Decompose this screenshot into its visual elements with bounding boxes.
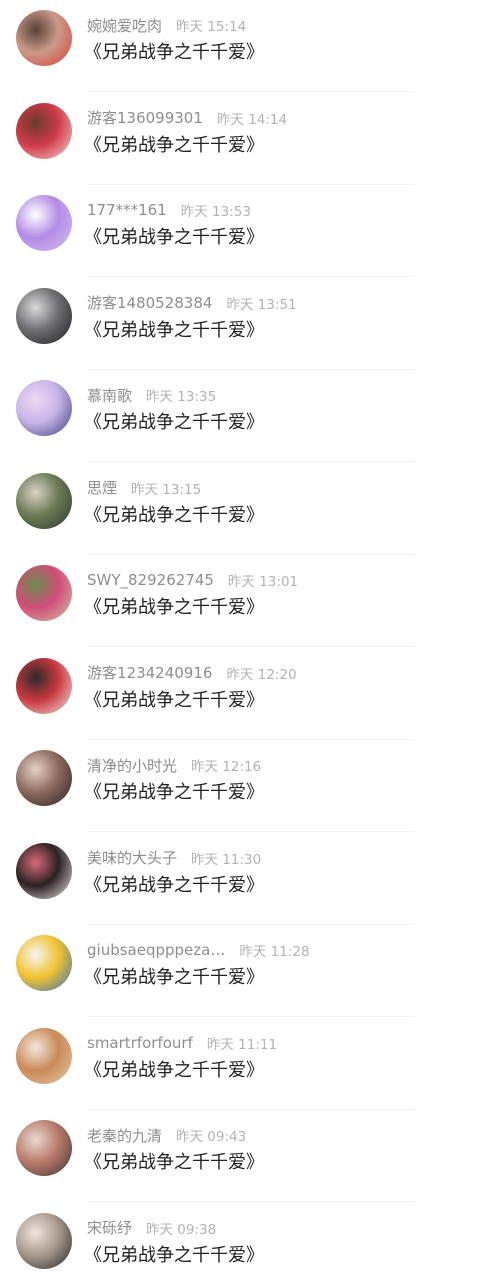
message-text: 《兄弟战争之千千爱》 xyxy=(84,967,264,988)
message-row[interactable]: 宋砾纾 昨天 09:38 《兄弟战争之千千爱》 xyxy=(0,1203,495,1280)
message-row[interactable]: 清净的小时光 昨天 12:16 《兄弟战争之千千爱》 xyxy=(0,740,495,832)
message-text: 《兄弟战争之千千爱》 xyxy=(84,504,264,526)
message-text: 《兄弟战争之千千爱》 xyxy=(84,227,264,248)
user-name[interactable]: 清净的小时光 xyxy=(87,755,177,776)
user-avatar[interactable] xyxy=(16,195,72,251)
user-name[interactable]: 宋砾纾 xyxy=(87,1217,132,1238)
user-avatar[interactable] xyxy=(16,1212,72,1269)
message-row[interactable]: smartrforfourf 昨天 11:11 《兄弟战争之千千爱》 xyxy=(0,1018,495,1110)
user-avatar[interactable] xyxy=(16,1120,72,1176)
user-avatar[interactable] xyxy=(16,10,72,66)
message-meta: 宋砾纾 昨天 09:38 xyxy=(87,1218,216,1238)
user-name[interactable]: 美味的大头子 xyxy=(87,847,177,868)
message-row[interactable]: 游客136099301 昨天 14:14 《兄弟战争之千千爱》 xyxy=(0,93,495,185)
message-meta: 婉婉爱吃肉 昨天 15:14 xyxy=(87,15,247,36)
message-text: 《兄弟战争之千千爱》 xyxy=(84,782,264,803)
user-avatar[interactable] xyxy=(16,657,72,714)
message-text: 《兄弟战争之千千爱》 xyxy=(84,1244,264,1266)
message-text: 《兄弟战争之千千爱》 xyxy=(84,1059,264,1081)
message-text: 《兄弟战争之千千爱》 xyxy=(84,689,264,711)
user-name[interactable]: smartrforfourf xyxy=(87,1034,193,1052)
user-avatar[interactable] xyxy=(16,565,72,621)
user-avatar[interactable] xyxy=(16,287,72,344)
user-name[interactable]: SWY_829262745 xyxy=(87,571,214,589)
message-meta: 游客136099301 昨天 14:14 xyxy=(87,108,287,128)
message-text: 《兄弟战争之千千爱》 xyxy=(84,874,264,896)
user-name[interactable]: 慕南歌 xyxy=(87,385,132,406)
user-avatar[interactable] xyxy=(16,380,72,436)
message-meta: 慕南歌 昨天 13:35 xyxy=(87,385,217,406)
message-row[interactable]: 慕南歌 昨天 13:35 《兄弟战争之千千爱》 xyxy=(0,370,495,462)
message-time: 昨天 11:30 xyxy=(191,851,262,868)
message-row[interactable]: 思煙 昨天 13:15 《兄弟战争之千千爱》 xyxy=(0,463,495,555)
message-meta: 游客1234240916 昨天 12:20 xyxy=(87,663,297,683)
message-meta: 思煙 昨天 13:15 xyxy=(87,478,201,498)
user-avatar[interactable] xyxy=(16,472,72,529)
message-row[interactable]: 177***161 昨天 13:53 《兄弟战争之千千爱》 xyxy=(0,185,495,277)
message-time: 昨天 12:20 xyxy=(226,666,297,683)
user-avatar[interactable] xyxy=(16,750,72,806)
message-meta: smartrforfourf 昨天 11:11 xyxy=(87,1033,277,1053)
message-text: 《兄弟战争之千千爱》 xyxy=(84,597,264,618)
message-time: 昨天 11:11 xyxy=(206,1036,278,1053)
user-name[interactable]: 177***161 xyxy=(87,201,167,219)
message-time: 昨天 13:01 xyxy=(227,574,299,590)
user-avatar[interactable] xyxy=(16,1027,72,1084)
user-name[interactable]: 游客136099301 xyxy=(87,107,203,128)
message-row[interactable]: 老秦的九清 昨天 09:43 《兄弟战争之千千爱》 xyxy=(0,1110,495,1202)
message-time: 昨天 12:16 xyxy=(191,759,262,775)
message-time: 昨天 09:38 xyxy=(146,1221,217,1238)
message-time: 昨天 13:35 xyxy=(146,389,217,405)
message-time: 昨天 14:14 xyxy=(216,111,288,128)
message-time: 昨天 13:53 xyxy=(180,204,251,220)
message-time: 昨天 13:15 xyxy=(131,481,202,498)
message-time: 昨天 11:28 xyxy=(239,944,310,960)
user-avatar[interactable] xyxy=(16,935,72,991)
message-text: 《兄弟战争之千千爱》 xyxy=(84,1152,264,1173)
message-text: 《兄弟战争之千千爱》 xyxy=(84,42,264,63)
message-text: 《兄弟战争之千千爱》 xyxy=(84,134,264,156)
message-meta: 游客1480528384 昨天 13:51 xyxy=(87,293,297,313)
user-name[interactable]: 游客1234240916 xyxy=(87,662,212,683)
message-row[interactable]: giubsaeqpppeza… 昨天 11:28 《兄弟战争之千千爱》 xyxy=(0,925,495,1017)
user-name[interactable]: 思煙 xyxy=(87,477,117,498)
message-time: 昨天 13:51 xyxy=(226,296,297,313)
message-row[interactable]: SWY_829262745 昨天 13:01 《兄弟战争之千千爱》 xyxy=(0,555,495,647)
message-meta: 清净的小时光 昨天 12:16 xyxy=(87,755,262,776)
message-list: 婉婉爱吃肉 昨天 15:14 《兄弟战争之千千爱》 游客136099301 昨天 14:… xyxy=(0,0,495,1280)
message-text: 《兄弟战争之千千爱》 xyxy=(84,319,264,341)
message-meta: giubsaeqpppeza… 昨天 11:28 xyxy=(87,940,310,960)
user-avatar[interactable] xyxy=(16,842,72,899)
message-row[interactable]: 游客1480528384 昨天 13:51 《兄弟战争之千千爱》 xyxy=(0,278,495,370)
user-name[interactable]: 游客1480528384 xyxy=(87,292,212,313)
user-name[interactable]: 老秦的九清 xyxy=(87,1125,162,1146)
message-time: 昨天 15:14 xyxy=(176,19,247,35)
message-row[interactable]: 游客1234240916 昨天 12:20 《兄弟战争之千千爱》 xyxy=(0,648,495,740)
message-meta: 老秦的九清 昨天 09:43 xyxy=(87,1125,247,1146)
user-avatar[interactable] xyxy=(16,102,72,159)
message-meta: 美味的大头子 昨天 11:30 xyxy=(87,848,261,868)
user-name[interactable]: giubsaeqpppeza… xyxy=(87,941,225,959)
message-text: 《兄弟战争之千千爱》 xyxy=(84,412,264,433)
user-name[interactable]: 婉婉爱吃肉 xyxy=(87,15,162,36)
message-meta: 177***161 昨天 13:53 xyxy=(87,200,251,220)
message-row[interactable]: 美味的大头子 昨天 11:30 《兄弟战争之千千爱》 xyxy=(0,833,495,925)
message-row[interactable]: 婉婉爱吃肉 昨天 15:14 《兄弟战争之千千爱》 xyxy=(0,0,495,92)
message-time: 昨天 09:43 xyxy=(176,1129,247,1145)
message-meta: SWY_829262745 昨天 13:01 xyxy=(87,570,298,590)
